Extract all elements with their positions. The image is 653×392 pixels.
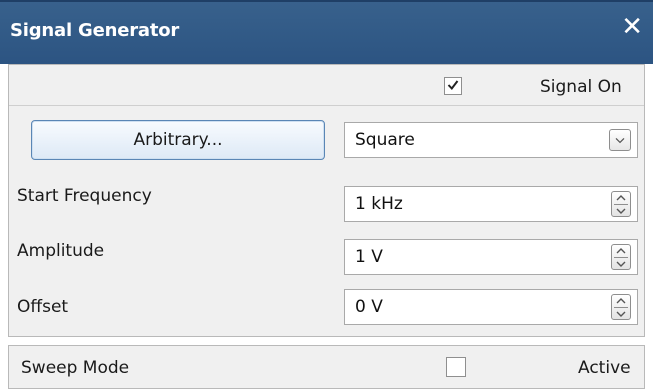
amplitude-label: Amplitude: [17, 241, 105, 261]
amplitude-spinner[interactable]: [611, 244, 631, 270]
signal-generator-panel: Signal On Arbitrary... Square Start Freq…: [8, 64, 645, 337]
start-frequency-label: Start Frequency: [17, 186, 152, 206]
divider: [9, 105, 644, 106]
offset-input[interactable]: 0 V: [344, 289, 638, 325]
spin-up-icon[interactable]: [615, 247, 627, 255]
start-frequency-spinner[interactable]: [611, 191, 631, 217]
title-bar: Signal Generator ✕: [0, 0, 653, 64]
checkmark-icon: [447, 80, 459, 91]
spin-down-icon[interactable]: [615, 310, 627, 318]
spin-up-icon[interactable]: [615, 194, 627, 202]
chevron-down-icon[interactable]: [609, 129, 631, 151]
amplitude-input[interactable]: 1 V: [344, 239, 638, 275]
spin-down-icon[interactable]: [615, 260, 627, 268]
sweep-active-label: Active: [578, 358, 631, 378]
window-title: Signal Generator: [10, 20, 180, 41]
signal-on-checkbox[interactable]: [444, 77, 462, 95]
waveform-select-value: Square: [355, 130, 415, 150]
signal-on-label: Signal On: [540, 77, 622, 97]
sweep-active-checkbox[interactable]: [446, 357, 466, 377]
spin-up-icon[interactable]: [615, 297, 627, 305]
amplitude-value: 1 V: [355, 247, 383, 267]
sweep-mode-panel: Sweep Mode Active: [8, 345, 645, 389]
spin-down-icon[interactable]: [615, 207, 627, 215]
sweep-mode-label: Sweep Mode: [21, 358, 130, 378]
start-frequency-input[interactable]: 1 kHz: [344, 186, 638, 222]
waveform-select[interactable]: Square: [344, 122, 638, 158]
arbitrary-button[interactable]: Arbitrary...: [31, 120, 325, 160]
offset-spinner[interactable]: [611, 294, 631, 320]
close-icon[interactable]: ✕: [621, 14, 643, 40]
offset-value: 0 V: [355, 297, 383, 317]
offset-label: Offset: [17, 297, 69, 317]
start-frequency-value: 1 kHz: [355, 194, 403, 214]
